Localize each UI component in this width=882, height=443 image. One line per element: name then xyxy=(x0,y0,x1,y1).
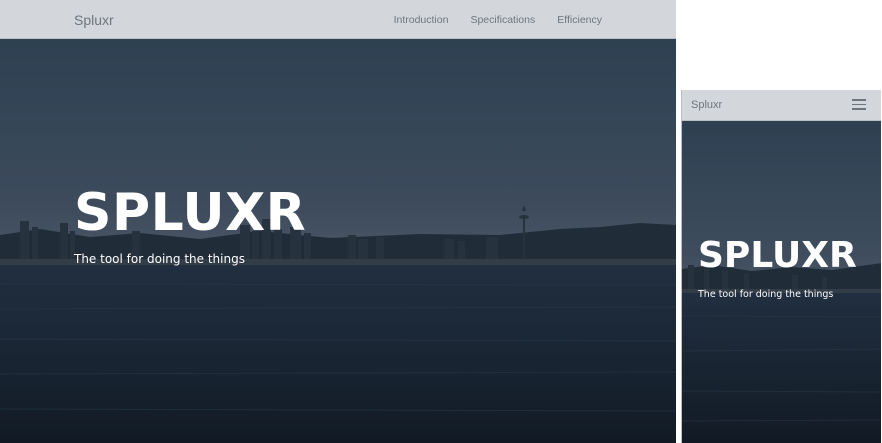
mobile-hero-section: SPLUXR The tool for doing the things xyxy=(682,121,881,443)
mobile-brand-link[interactable]: Spluxr xyxy=(691,99,722,111)
nav-link-efficiency[interactable]: Efficiency xyxy=(557,14,602,26)
nav-link-specifications[interactable]: Specifications xyxy=(470,14,535,26)
mobile-hero-title: SPLUXR xyxy=(698,235,857,276)
nav-link-introduction[interactable]: Introduction xyxy=(394,14,449,26)
hero-title: SPLUXR xyxy=(74,183,307,243)
nav-links: Introduction Specifications Efficiency xyxy=(394,14,602,26)
navbar: Spluxr Introduction Specifications Effic… xyxy=(0,0,676,39)
hero-subtitle: The tool for doing the things xyxy=(74,252,245,266)
hamburger-menu-icon[interactable] xyxy=(852,99,866,110)
desktop-preview: Spluxr Introduction Specifications Effic… xyxy=(0,0,676,443)
mobile-hero-background-image xyxy=(682,121,881,443)
mobile-navbar: Spluxr xyxy=(682,90,881,121)
hero-section: SPLUXR The tool for doing the things xyxy=(0,39,676,443)
mobile-preview: Spluxr SPLUXR The tool for doing the thi… xyxy=(681,90,881,443)
mobile-hero-subtitle: The tool for doing the things xyxy=(698,289,834,300)
brand-link[interactable]: Spluxr xyxy=(74,12,114,28)
